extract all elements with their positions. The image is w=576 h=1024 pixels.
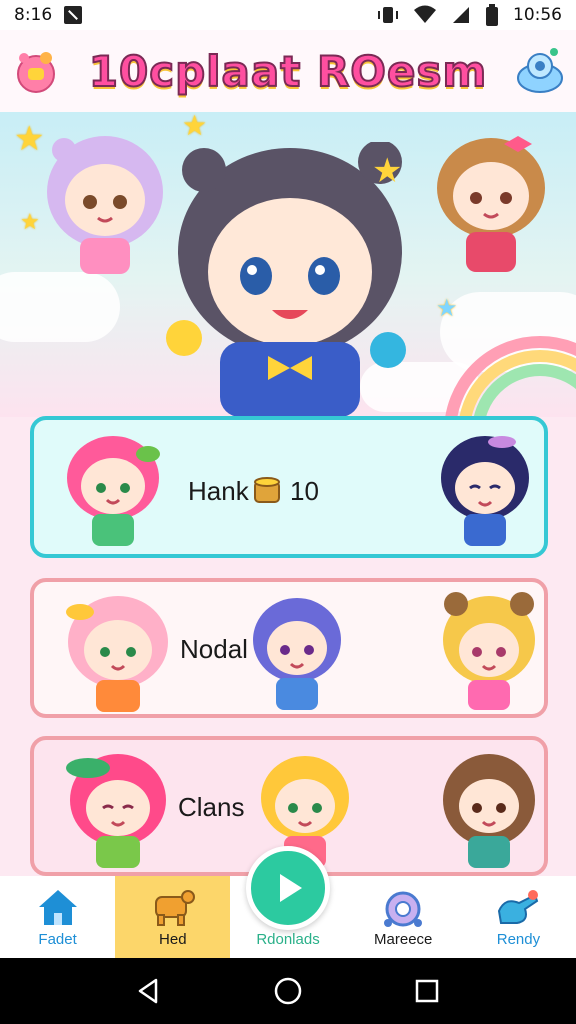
pet-icon xyxy=(154,890,195,926)
signal-icon xyxy=(453,7,469,23)
character-navy-hair xyxy=(441,436,529,546)
list-item-label: Nodal xyxy=(180,634,248,664)
nav-label: Mareece xyxy=(374,931,433,948)
nav-item-hed[interactable]: Hed xyxy=(115,876,231,958)
vibrate-icon xyxy=(378,7,398,23)
character-pink-hair xyxy=(67,436,160,546)
wifi-icon xyxy=(414,5,436,23)
star-decoration: ★ xyxy=(436,294,458,322)
rainbow-decoration xyxy=(445,336,576,417)
list-item-label: Clans xyxy=(178,792,245,822)
home-icon xyxy=(38,890,77,925)
robot-helper-icon[interactable] xyxy=(514,44,566,96)
notification-icon xyxy=(64,6,83,24)
nav-label: Fadet xyxy=(38,931,77,948)
home-circle-icon[interactable] xyxy=(273,976,303,1006)
play-button[interactable] xyxy=(246,846,330,930)
character-pink-bunny xyxy=(66,596,168,712)
system-nav-bar xyxy=(0,958,576,1024)
list-item-hank[interactable]: Hank 10 xyxy=(30,416,548,558)
list-item-nodal[interactable]: Nodal xyxy=(30,578,548,718)
character-blonde-hair xyxy=(443,592,535,710)
character-main-dark-hair: ★ xyxy=(166,142,406,417)
back-icon[interactable] xyxy=(134,976,164,1006)
gift-pig-icon[interactable] xyxy=(10,44,62,96)
hero-banner: ★ ★ ★ ★ ★ xyxy=(0,112,576,417)
list-item-label: Hank xyxy=(188,476,249,506)
status-time-left: 8:16 xyxy=(14,5,53,25)
character-brown-long-hair xyxy=(443,754,535,868)
status-time-right: 10:56 xyxy=(513,5,562,25)
shoe-icon xyxy=(498,890,539,924)
nav-label: Rendy xyxy=(496,931,541,948)
star-decoration: ★ xyxy=(182,112,208,142)
svg-text:★: ★ xyxy=(372,151,402,191)
nav-item-fadet[interactable]: Fadet xyxy=(0,876,115,958)
star-decoration: ★ xyxy=(20,210,40,235)
app-header: 10cplaat ROesm xyxy=(0,30,576,112)
app-title: 10cplaat ROesm xyxy=(88,46,488,97)
nav-item-rendy[interactable]: Rendy xyxy=(461,876,576,958)
character-blue-hair xyxy=(253,598,341,710)
ring-icon xyxy=(384,891,423,927)
nav-label: Hed xyxy=(159,931,187,948)
character-magenta-hair xyxy=(66,754,166,868)
list-item-count: 10 xyxy=(290,476,319,506)
coin-cup-icon xyxy=(254,477,280,503)
battery-icon xyxy=(486,4,498,26)
character-brown-hair xyxy=(437,136,545,272)
status-bar: 8:16 10:56 xyxy=(0,0,576,30)
character-purple-hair xyxy=(47,136,163,274)
play-icon xyxy=(280,874,302,902)
nav-label: Rdonlads xyxy=(256,931,320,948)
recents-icon[interactable] xyxy=(412,976,442,1006)
nav-item-mareece[interactable]: Mareece xyxy=(346,876,461,958)
